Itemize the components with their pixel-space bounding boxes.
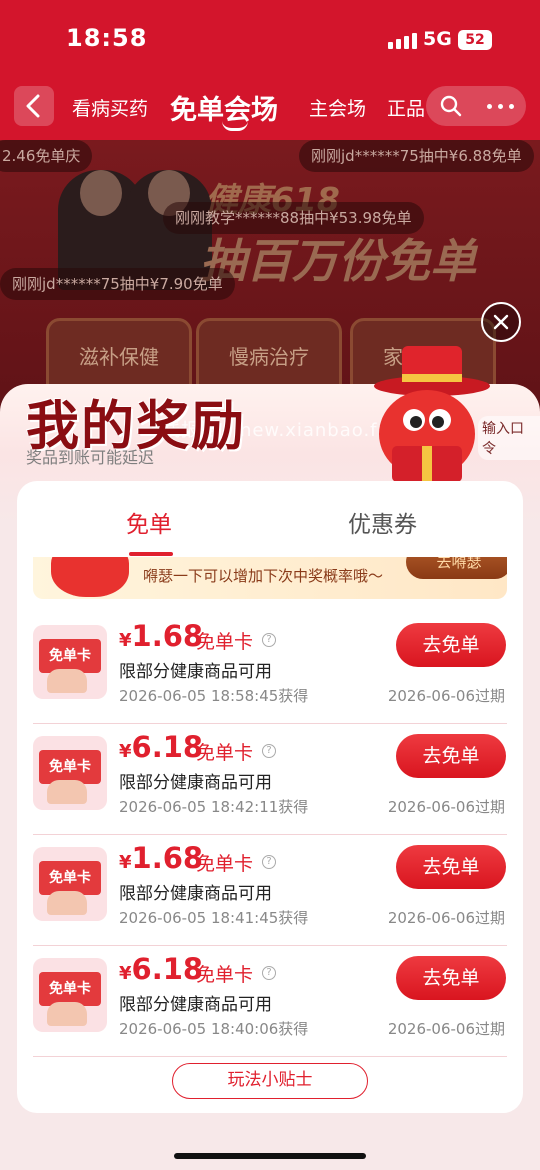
- battery-icon: 52: [458, 30, 492, 50]
- hand-icon: [47, 780, 87, 804]
- modal-subtitle: 奖品到账可能延迟: [26, 448, 155, 467]
- category-label: 慢病治疗: [229, 345, 309, 369]
- free-card-image: 免单卡: [33, 736, 107, 810]
- currency-symbol: ¥: [119, 963, 132, 984]
- signal-icon: [388, 33, 417, 49]
- expire-date: 2026-06-06过期: [387, 1020, 505, 1038]
- expire-date: 2026-06-06过期: [387, 798, 505, 816]
- amount-value: 6.18: [131, 952, 204, 986]
- hand-icon: [47, 1002, 87, 1026]
- winner-ticker: 刚刚jd******75抽中¥7.90免单: [0, 268, 235, 300]
- close-button[interactable]: [481, 302, 521, 342]
- back-icon: [26, 94, 40, 118]
- reward-row: 免单卡 ¥6.18 免单卡 ? 限部分健康商品可用 2026-06-05 18:…: [33, 724, 507, 835]
- use-free-button[interactable]: 去免单: [396, 845, 506, 889]
- reward-type: 免单卡: [196, 964, 254, 986]
- tab-miandan-active[interactable]: 免单会场: [170, 88, 278, 131]
- reward-type: 免单卡: [196, 631, 254, 653]
- rewards-modal: 线报酷 - new.xianbao.fun 输入口令 我的奖励 奖品到账可能延迟…: [0, 346, 540, 1170]
- use-free-button[interactable]: 去免单: [396, 623, 506, 667]
- reward-row: 免单卡 ¥1.68 免单卡 ? 限部分健康商品可用 2026-06-05 18:…: [33, 613, 507, 724]
- more-button[interactable]: [476, 86, 526, 126]
- reward-row: 免单卡 ¥1.68 免单卡 ? 限部分健康商品可用 2026-06-05 18:…: [33, 835, 507, 946]
- info-icon[interactable]: ?: [262, 633, 276, 647]
- obtained-time: 2026-06-05 18:40:06获得: [119, 1020, 309, 1038]
- tab-kanbingmaiyao[interactable]: 看病买药: [72, 94, 148, 121]
- free-card-image: 免单卡: [33, 958, 107, 1032]
- search-icon: [440, 95, 462, 117]
- free-card-label: 免单卡: [39, 972, 101, 1006]
- home-indicator[interactable]: [174, 1153, 366, 1159]
- tab-underline: [129, 552, 173, 556]
- amount-value: 1.68: [131, 841, 204, 875]
- free-card-label: 免单卡: [39, 750, 101, 784]
- hand-icon: [47, 669, 87, 693]
- mascot-mini-icon: [51, 557, 129, 597]
- hand-icon: [47, 891, 87, 915]
- rewards-list: 免单卡 ¥1.68 免单卡 ? 限部分健康商品可用 2026-06-05 18:…: [33, 613, 507, 1057]
- tab-main-venue[interactable]: 主会场: [309, 94, 366, 121]
- reward-amount: ¥1.68: [119, 619, 203, 653]
- back-button[interactable]: [14, 86, 54, 126]
- obtained-time: 2026-06-05 18:58:45获得: [119, 687, 309, 705]
- free-card-image: 免单卡: [33, 847, 107, 921]
- obtained-time: 2026-06-05 18:42:11获得: [119, 798, 309, 816]
- winner-ticker: 刚刚jd******75抽中¥6.88免单: [299, 140, 534, 172]
- amount-value: 1.68: [131, 619, 204, 653]
- share-hint-banner: 嘚瑟一下可以增加下次中奖概率哦～ 去嘚瑟: [33, 557, 507, 599]
- free-card-label: 免单卡: [39, 861, 101, 895]
- reward-desc: 限部分健康商品可用: [119, 662, 272, 682]
- reward-type: 免单卡: [196, 853, 254, 875]
- status-bar: 18:58 5G 52: [0, 0, 540, 80]
- banner-subtitle: 抽百万份免单: [200, 234, 476, 288]
- currency-symbol: ¥: [119, 852, 132, 873]
- share-button[interactable]: 去嘚瑟: [406, 557, 507, 579]
- close-icon: [493, 314, 509, 330]
- top-nav: 看病买药 免单会场 主会场 正品: [0, 80, 540, 140]
- search-button[interactable]: [426, 86, 476, 126]
- currency-symbol: ¥: [119, 741, 132, 762]
- reward-desc: 限部分健康商品可用: [119, 884, 272, 904]
- winner-ticker: 2.46免单庆: [0, 140, 93, 172]
- network-type: 5G: [423, 28, 452, 50]
- more-icon-dot: [509, 104, 514, 109]
- currency-symbol: ¥: [119, 630, 132, 651]
- info-icon[interactable]: ?: [262, 744, 276, 758]
- reward-amount: ¥6.18: [119, 730, 203, 764]
- mascot-icon: [374, 346, 490, 482]
- more-icon: [487, 104, 492, 109]
- rewards-card: 免单 优惠券 嘚瑟一下可以增加下次中奖概率哦～ 去嘚瑟 免单卡 ¥1.68 免单…: [17, 481, 523, 1113]
- info-icon[interactable]: ?: [262, 966, 276, 980]
- expire-date: 2026-06-06过期: [387, 687, 505, 705]
- free-card-image: 免单卡: [33, 625, 107, 699]
- category-label: 滋补保健: [79, 345, 159, 369]
- reward-desc: 限部分健康商品可用: [119, 995, 272, 1015]
- amount-value: 6.18: [131, 730, 204, 764]
- obtained-time: 2026-06-05 18:41:45获得: [119, 909, 309, 927]
- use-free-button[interactable]: 去免单: [396, 734, 506, 778]
- status-time: 18:58: [66, 24, 148, 52]
- use-free-button[interactable]: 去免单: [396, 956, 506, 1000]
- free-card-label: 免单卡: [39, 639, 101, 673]
- reward-type: 免单卡: [196, 742, 254, 764]
- tab-coupons[interactable]: 优惠券: [348, 505, 417, 539]
- expire-date: 2026-06-06过期: [387, 909, 505, 927]
- tips-button[interactable]: 玩法小贴士: [172, 1063, 368, 1099]
- smile-decoration: [222, 121, 248, 131]
- more-icon-dot: [498, 104, 503, 109]
- info-icon[interactable]: ?: [262, 855, 276, 869]
- reward-amount: ¥1.68: [119, 841, 203, 875]
- reward-desc: 限部分健康商品可用: [119, 773, 272, 793]
- winner-ticker: 刚刚教学******88抽中¥53.98免单: [163, 202, 424, 234]
- tab-genuine[interactable]: 正品: [387, 94, 425, 121]
- reward-amount: ¥6.18: [119, 952, 203, 986]
- hint-text: 嘚瑟一下可以增加下次中奖概率哦～: [143, 567, 384, 585]
- tab-miandan[interactable]: 免单: [126, 505, 172, 539]
- reward-row: 免单卡 ¥6.18 免单卡 ? 限部分健康商品可用 2026-06-05 18:…: [33, 946, 507, 1057]
